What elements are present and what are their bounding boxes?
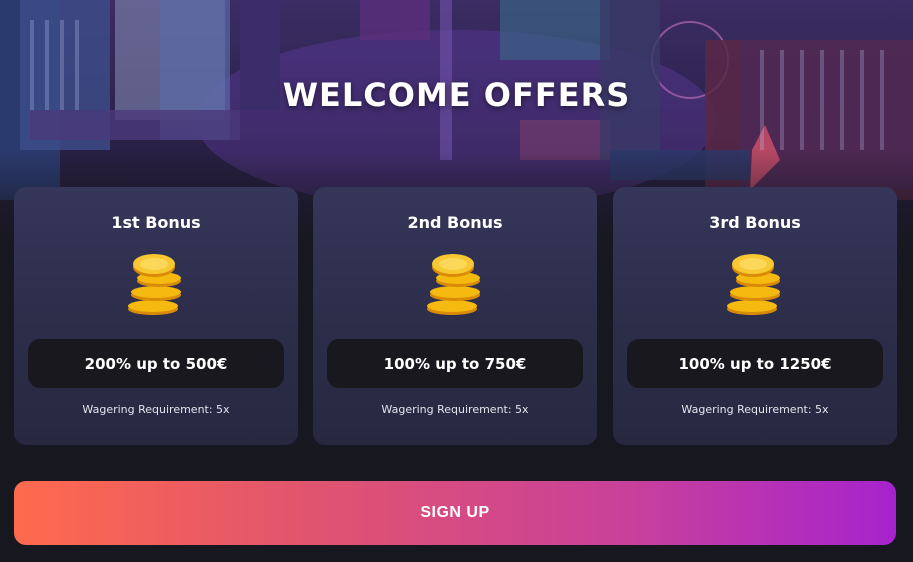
coins-icon [427, 254, 480, 315]
coins-icon [128, 254, 181, 315]
bonus-title: 2nd Bonus [407, 213, 503, 232]
sign-up-button[interactable]: SIGN UP [14, 481, 896, 545]
bonus-title: 3rd Bonus [709, 213, 801, 232]
bonus-card-3: 3rd Bonus 100% up to 1250€ Wagering Requ… [613, 187, 897, 445]
wagering-requirement: Wagering Requirement: 5x [82, 403, 230, 416]
bonus-amount: 100% up to 1250€ [627, 339, 883, 388]
bonus-title: 1st Bonus [111, 213, 201, 232]
bonus-cards: 1st Bonus 200% up to 500€ Wagering Requi… [14, 187, 897, 445]
coins-icon [727, 254, 780, 315]
bonus-amount: 200% up to 500€ [28, 339, 284, 388]
wagering-requirement: Wagering Requirement: 5x [681, 403, 829, 416]
bonus-card-2: 2nd Bonus 100% up to 750€ Wagering Requi… [313, 187, 597, 445]
bonus-amount: 100% up to 750€ [327, 339, 583, 388]
bonus-card-1: 1st Bonus 200% up to 500€ Wagering Requi… [14, 187, 298, 445]
page-title: WELCOME OFFERS [282, 76, 631, 114]
wagering-requirement: Wagering Requirement: 5x [381, 403, 529, 416]
